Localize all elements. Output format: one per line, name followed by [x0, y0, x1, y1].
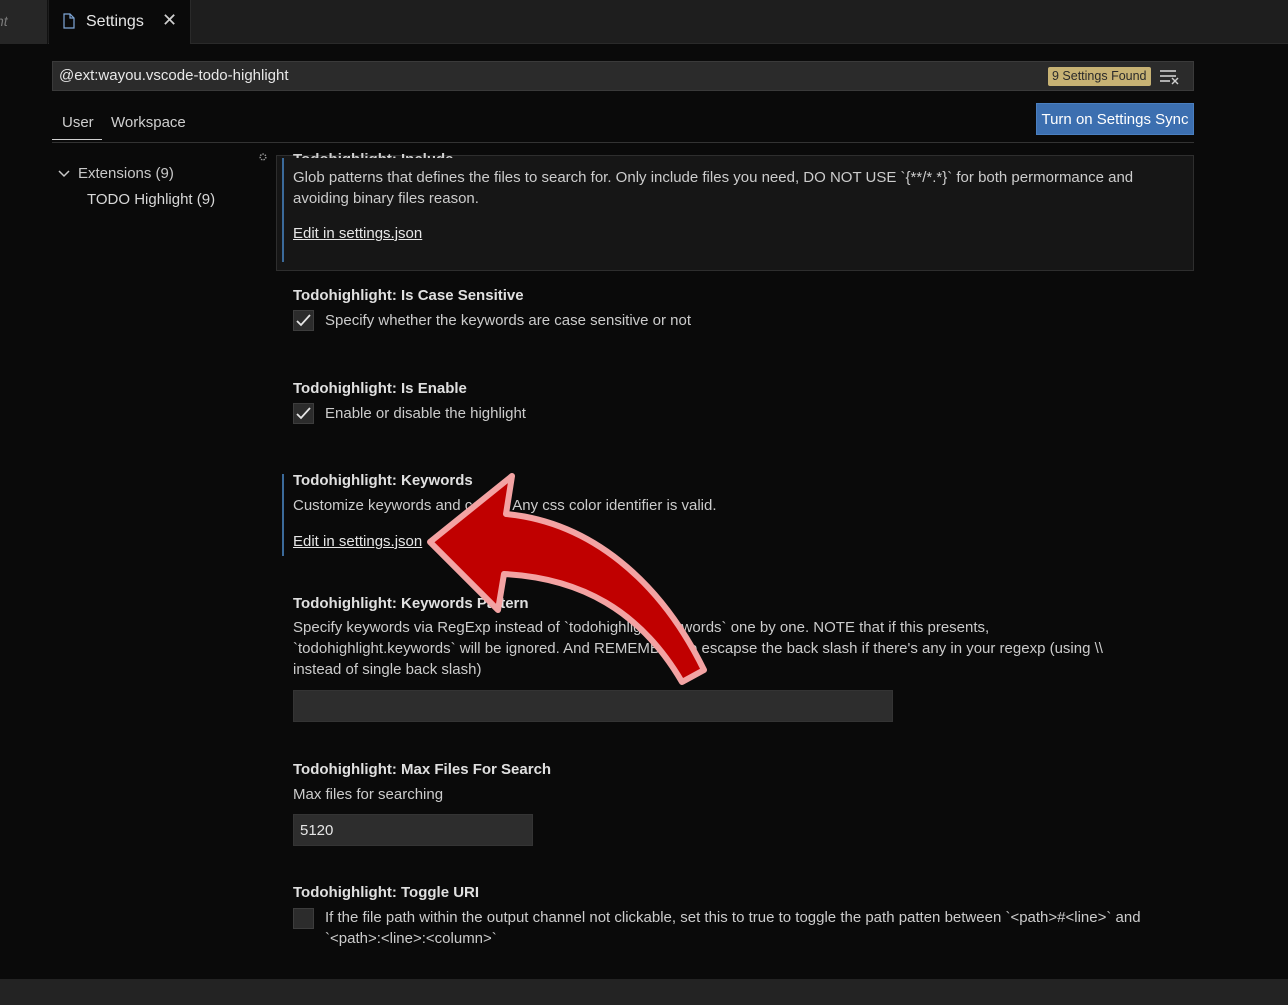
case-sensitive-checkbox[interactable] [293, 310, 314, 331]
tab-settings-label: Settings [86, 13, 144, 30]
search-query: @ext:wayou.vscode-todo-highlight [59, 67, 289, 84]
toc-todo-highlight[interactable]: TODO Highlight (9) [87, 191, 215, 208]
chevron-down-icon[interactable] [58, 169, 70, 179]
clear-filter-icon[interactable] [1159, 67, 1181, 85]
enable-checkbox[interactable] [293, 403, 314, 424]
setting-case-sensitive-title: Todohighlight: Is Case Sensitive [293, 287, 524, 304]
setting-max-files-description: Max files for searching [293, 786, 444, 803]
checkmark-icon [296, 314, 311, 327]
setting-focus-bar [282, 158, 284, 262]
keywords-pattern-input[interactable] [293, 690, 893, 722]
close-icon[interactable]: ✕ [162, 10, 177, 31]
settings-search-input[interactable]: @ext:wayou.vscode-todo-highlight 9 Setti… [52, 61, 1194, 91]
status-bar [0, 979, 1288, 1005]
setting-modified-bar [282, 474, 284, 556]
editor-tab-bar: ht Settings ✕ [0, 0, 1288, 44]
gear-icon[interactable] [256, 152, 270, 162]
toggle-uri-checkbox[interactable] [293, 908, 314, 929]
setting-enable-description: Enable or disable the highlight [325, 405, 526, 422]
active-tab-underline [52, 139, 102, 140]
tab-workspace[interactable]: Workspace [111, 114, 186, 131]
setting-case-sensitive-description: Specify whether the keywords are case se… [325, 312, 692, 329]
tab-user[interactable]: User [62, 114, 94, 131]
setting-include-title: Todohighlight: Include [293, 146, 454, 158]
max-files-input[interactable]: 5120 [293, 814, 533, 846]
edit-in-settings-json-link[interactable]: Edit in settings.json [293, 225, 422, 242]
file-icon [63, 13, 75, 29]
tab-previous[interactable]: ht [0, 0, 48, 44]
tab-previous-label: ht [0, 13, 8, 29]
scope-divider [52, 142, 1194, 143]
checkmark-icon [296, 407, 311, 420]
settings-found-badge: 9 Settings Found [1048, 67, 1151, 86]
setting-max-files-title: Todohighlight: Max Files For Search [293, 761, 552, 778]
curved-arrow-icon [427, 473, 707, 685]
turn-on-settings-sync-button[interactable]: Turn on Settings Sync [1036, 103, 1194, 135]
setting-toggle-uri-description: If the file path within the output chann… [325, 909, 1141, 947]
toc-extensions[interactable]: Extensions (9) [78, 165, 174, 182]
tab-settings[interactable]: Settings ✕ [49, 0, 191, 44]
setting-include-description: Glob patterns that defines the files to … [293, 169, 1134, 207]
setting-enable-title: Todohighlight: Is Enable [293, 380, 467, 397]
setting-toggle-uri-title: Todohighlight: Toggle URI [293, 884, 480, 901]
